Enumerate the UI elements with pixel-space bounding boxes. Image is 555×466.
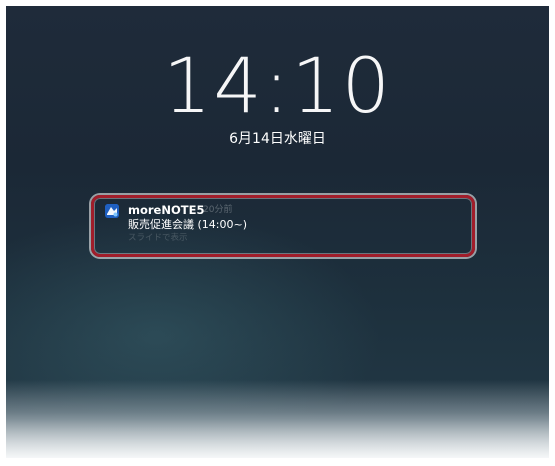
lock-screen: 14:10 6月14日水曜日 moreNOTE5 20分前 販売促進会議 (14…: [6, 6, 549, 458]
morenote-app-icon: [105, 204, 119, 218]
lock-screen-date: 6月14日水曜日: [229, 131, 326, 147]
wallpaper-fade: [6, 380, 549, 458]
notification-message: 販売促進会議 (14:00~): [128, 218, 247, 231]
notification-time: 20分前: [203, 205, 233, 215]
notification-app-name: moreNOTE5: [128, 203, 205, 217]
notification-banner[interactable]: moreNOTE5 20分前 販売促進会議 (14:00~) スライドで表示: [101, 201, 461, 247]
notification-slide-hint: スライドで表示: [128, 233, 188, 243]
lock-screen-clock: 14:10: [162, 41, 393, 130]
